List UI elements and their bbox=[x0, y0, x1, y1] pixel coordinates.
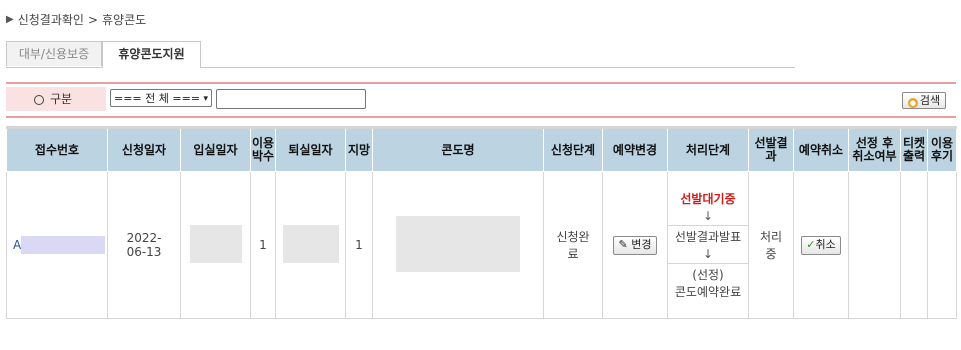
header-ticket-print: 티켓출력 bbox=[900, 126, 928, 172]
cell-receipt-no: A bbox=[6, 171, 108, 319]
cancel-button[interactable]: ✓취소 bbox=[801, 235, 841, 255]
header-selection-result: 선발결과 bbox=[748, 126, 794, 172]
header-post-selection-cancel: 선정 후 취소여부 bbox=[848, 126, 901, 172]
header-checkout-date: 퇴실일자 bbox=[275, 126, 346, 172]
search-button-label: 검색 bbox=[919, 94, 941, 107]
breadcrumb-parent[interactable]: 신청결과확인 bbox=[18, 11, 84, 28]
search-icon: ● bbox=[907, 98, 918, 108]
header-checkin-date: 입실일자 bbox=[180, 126, 251, 172]
header-reservation-change: 예약변경 bbox=[602, 126, 668, 172]
cell-selection-result: 처리중 bbox=[748, 171, 794, 319]
process-step-announce: 선발결과발표 bbox=[674, 230, 742, 244]
redacted-checkout bbox=[282, 224, 339, 263]
cell-checkin-date bbox=[180, 171, 251, 319]
category-select-value: === 전 체 === bbox=[114, 92, 201, 105]
circle-icon bbox=[34, 94, 44, 105]
search-button[interactable]: ● 검색 bbox=[902, 92, 946, 109]
down-arrow-icon: ↓ bbox=[702, 247, 714, 261]
cell-reservation-cancel: ✓취소 bbox=[793, 171, 849, 319]
cell-checkout-date bbox=[275, 171, 346, 319]
header-reservation-cancel: 예약취소 bbox=[793, 126, 849, 172]
tab-condo-support[interactable]: 휴양콘도지원 bbox=[102, 41, 201, 68]
tab-loan-credit[interactable]: 대부/신용보증 bbox=[6, 41, 102, 66]
header-apply-date: 신청일자 bbox=[107, 126, 181, 172]
cell-ticket-print bbox=[900, 171, 928, 319]
receipt-no-link[interactable]: A bbox=[13, 238, 21, 252]
header-condo-name: 콘도명 bbox=[372, 126, 544, 172]
cell-choice: 1 bbox=[345, 171, 373, 319]
cell-reservation-change: ✎ 변경 bbox=[602, 171, 668, 319]
search-label: 구분 bbox=[6, 87, 106, 111]
header-process-stage: 처리단계 bbox=[667, 126, 749, 172]
change-button[interactable]: ✎ 변경 bbox=[612, 235, 658, 255]
redacted-receipt bbox=[21, 236, 106, 254]
cell-condo-name bbox=[372, 171, 544, 319]
cancel-button-label: 취소 bbox=[815, 237, 836, 251]
header-apply-stage: 신청단계 bbox=[543, 126, 603, 172]
header-nights: 이용박수 bbox=[250, 126, 276, 172]
header-receipt-no: 접수번호 bbox=[6, 126, 108, 172]
category-select[interactable]: === 전 체 === ▾ bbox=[110, 89, 212, 107]
edit-icon: ✎ bbox=[618, 237, 632, 251]
cell-process-stage: 선발대기중 ↓ 선발결과발표 ↓ (선정) 콘도예약완료 bbox=[667, 171, 749, 319]
tab-bar: 대부/신용보증 휴양콘도지원 bbox=[6, 41, 795, 68]
breadcrumb-marker: ▶ bbox=[6, 14, 14, 25]
process-step-selected: (선정) bbox=[692, 268, 724, 282]
breadcrumb: ▶ 신청결과확인 > 휴양콘도 bbox=[6, 11, 146, 28]
down-arrow-icon: ↓ bbox=[702, 209, 714, 223]
chevron-down-icon: ▾ bbox=[203, 94, 208, 104]
keyword-input[interactable] bbox=[216, 89, 366, 109]
header-review: 이용후기 bbox=[927, 126, 957, 172]
cell-apply-stage: 신청완료 bbox=[543, 171, 603, 319]
breadcrumb-current: 휴양콘도 bbox=[102, 13, 147, 27]
table-header-row: 접수번호 신청일자 입실일자 이용박수 퇴실일자 지망 콘도명 신청단계 예약변… bbox=[6, 126, 957, 172]
header-choice: 지망 bbox=[345, 126, 373, 172]
cell-apply-date: 2022-06-13 bbox=[107, 171, 181, 319]
process-step-waiting: 선발대기중 bbox=[680, 192, 736, 206]
breadcrumb-separator: > bbox=[87, 12, 99, 27]
process-step-reserved: 콘도예약완료 bbox=[674, 285, 742, 299]
search-label-text: 구분 bbox=[50, 92, 73, 106]
cell-review bbox=[927, 171, 957, 319]
result-table: 접수번호 신청일자 입실일자 이용박수 퇴실일자 지망 콘도명 신청단계 예약변… bbox=[6, 126, 957, 319]
table-row: A 2022-06-13 1 1 신청완료 ✎ 변경 선발대기중 ↓ 선발결과발… bbox=[6, 171, 957, 319]
cell-post-selection-cancel bbox=[848, 171, 901, 319]
redacted-condo bbox=[396, 215, 520, 272]
search-bar: 구분 === 전 체 === ▾ ● 검색 bbox=[6, 82, 956, 118]
change-button-label: 변경 bbox=[631, 237, 652, 251]
redacted-checkin bbox=[189, 224, 242, 263]
cell-nights: 1 bbox=[250, 171, 276, 319]
